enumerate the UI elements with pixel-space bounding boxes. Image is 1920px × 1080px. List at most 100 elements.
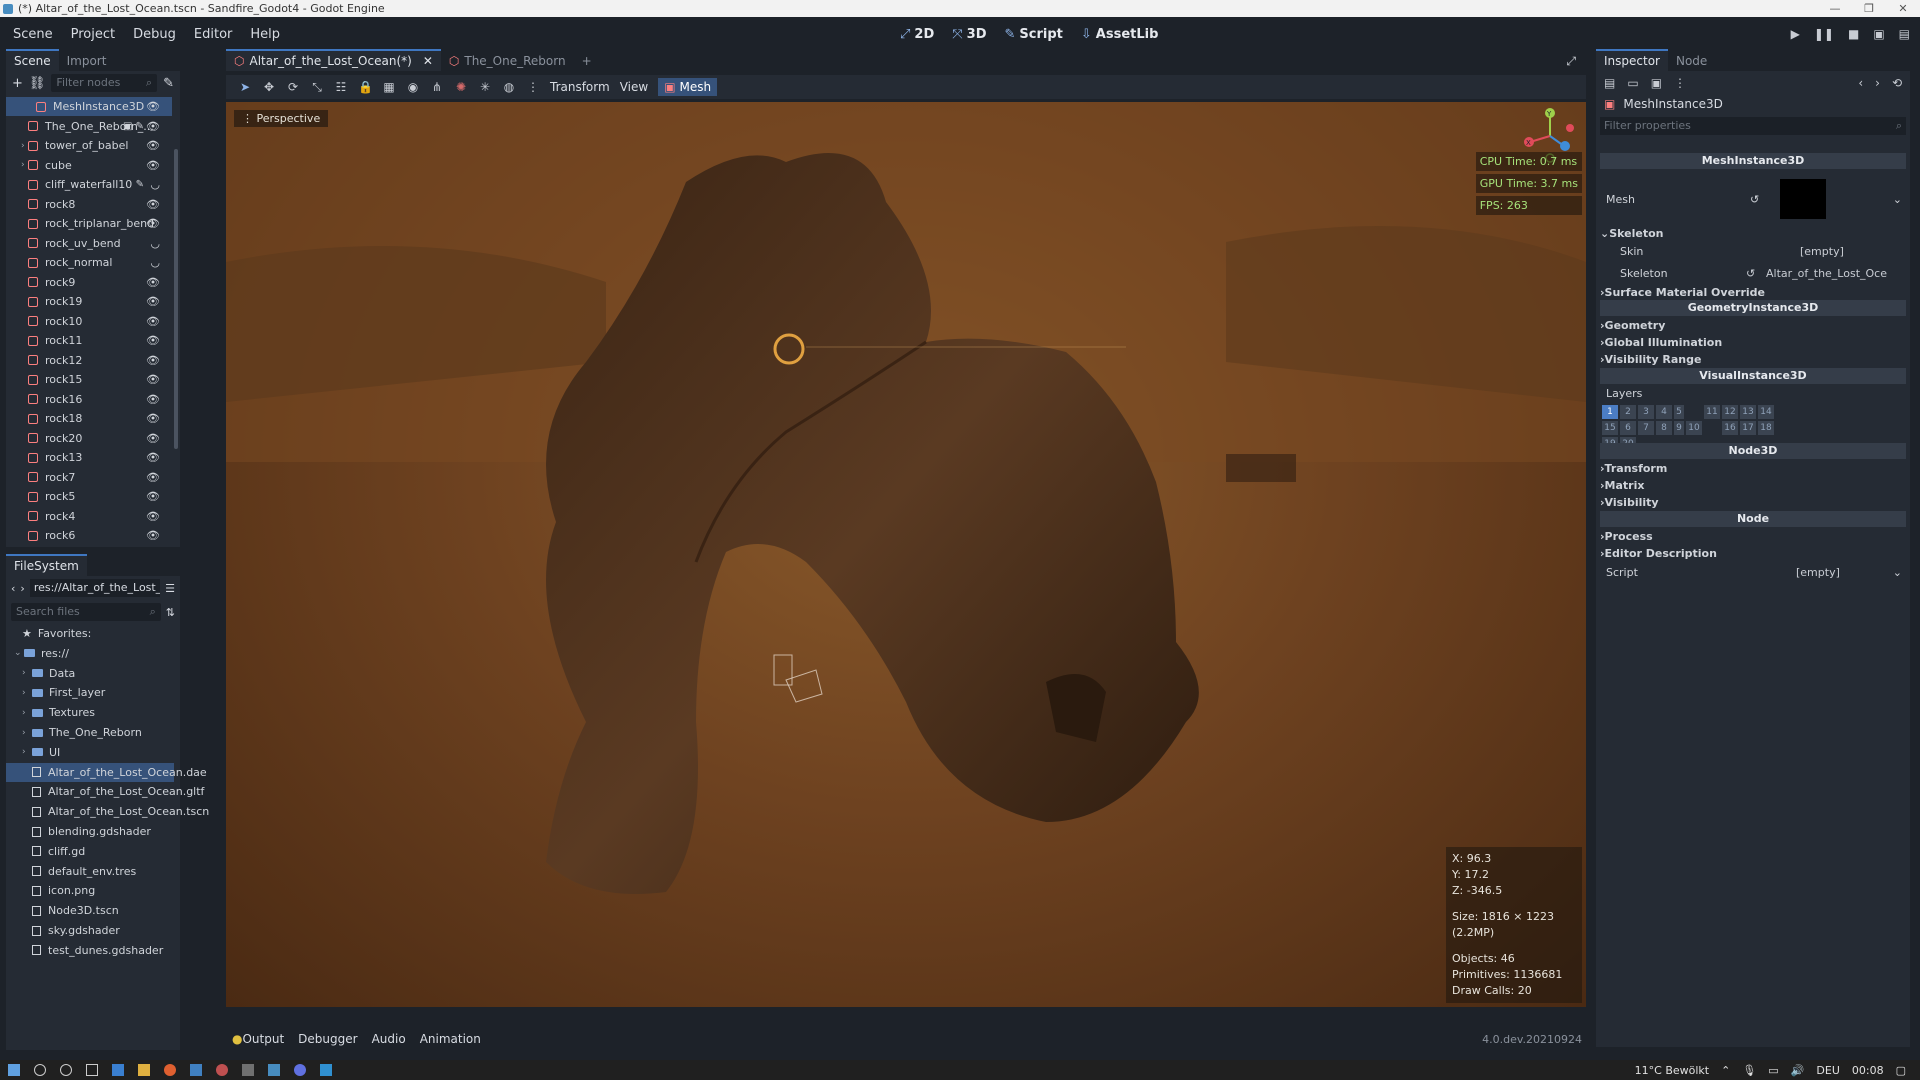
file-item[interactable]: blending.gdshader: [6, 822, 174, 841]
view-menu[interactable]: View: [620, 80, 648, 94]
chevron-down-icon[interactable]: ⌄: [1893, 566, 1902, 579]
menu-editor[interactable]: Editor: [185, 27, 241, 42]
expand-arrow-icon[interactable]: ›: [22, 688, 32, 698]
file-item[interactable]: cliff.gd: [6, 842, 174, 861]
firefox-icon[interactable]: [164, 1064, 176, 1076]
file-item[interactable]: default_env.tres: [6, 862, 174, 881]
node-indicator-icon[interactable]: ▣ ✎: [123, 121, 144, 132]
close-tab-icon[interactable]: ✕: [423, 54, 433, 68]
app-icon[interactable]: [216, 1064, 228, 1076]
section-editor-description[interactable]: › Editor Description: [1600, 545, 1906, 562]
godot-taskbar-icon[interactable]: [268, 1064, 280, 1076]
object-history-icon[interactable]: ⟲: [1892, 76, 1902, 90]
eye-icon[interactable]: 👁: [146, 510, 160, 523]
mesh-preview[interactable]: [1780, 179, 1826, 219]
layer-toggle[interactable]: 14: [1758, 405, 1774, 419]
section-skeleton[interactable]: ⌄ Skeleton: [1600, 225, 1906, 242]
network-icon[interactable]: ▭: [1768, 1064, 1778, 1077]
scene-tree-scrollbar[interactable]: [174, 149, 178, 449]
layer-toggle[interactable]: 15: [1602, 421, 1618, 435]
add-node-icon[interactable]: +: [12, 76, 23, 91]
scene-tree-node[interactable]: rock11 👁: [6, 331, 172, 350]
perspective-menu[interactable]: ⋮ Perspective: [234, 110, 329, 127]
more-icon[interactable]: ⋮: [1674, 76, 1686, 90]
scene-tree-node[interactable]: MeshInstance3D 👁: [6, 97, 172, 116]
scene-tab-one-reborn[interactable]: ⬡ The_One_Reborn: [441, 51, 574, 71]
rotate-tool-icon[interactable]: ⟳: [286, 80, 300, 94]
expand-arrow-icon[interactable]: ›: [22, 728, 32, 738]
eye-icon[interactable]: 👁: [146, 276, 160, 289]
3d-viewport[interactable]: ⋮ Perspective Y X CPU Time: 0.7 ms GPU T…: [226, 102, 1586, 1007]
stop-icon[interactable]: ■: [1848, 27, 1859, 41]
more-icon[interactable]: ⋮: [526, 80, 540, 94]
menu-project[interactable]: Project: [62, 27, 124, 42]
explorer-icon[interactable]: [138, 1064, 150, 1076]
section-surface-material[interactable]: › Surface Material Override: [1600, 284, 1906, 301]
back-icon[interactable]: ‹: [11, 582, 15, 595]
script-property[interactable]: Script [empty] ⌄: [1600, 564, 1906, 581]
start-icon[interactable]: [8, 1064, 20, 1076]
section-visibility-range[interactable]: › Visibility Range: [1600, 351, 1906, 368]
eye-icon[interactable]: 👁: [146, 529, 160, 542]
language-indicator[interactable]: DEU: [1816, 1064, 1839, 1077]
eye-icon[interactable]: 👁: [146, 315, 160, 328]
app-icon[interactable]: [190, 1064, 202, 1076]
eye-icon[interactable]: 👁: [146, 100, 160, 113]
scene-tree-node[interactable]: rock7 👁: [6, 468, 172, 487]
scene-tree-node[interactable]: rock5 👁: [6, 487, 172, 506]
tab-debugger[interactable]: Debugger: [298, 1032, 357, 1046]
scene-tree-node[interactable]: rock15 👁: [6, 370, 172, 389]
tab-inspector[interactable]: Inspector: [1596, 49, 1668, 71]
layer-toggle[interactable]: 17: [1740, 421, 1756, 435]
new-resource-icon[interactable]: ▤: [1604, 76, 1615, 90]
mesh-menu[interactable]: ▣ Mesh: [658, 78, 718, 96]
save-resource-icon[interactable]: ▣: [1651, 76, 1662, 90]
path-field[interactable]: res://Altar_of_the_Lost_Ocean: [29, 579, 161, 597]
maximize-button[interactable]: ❐: [1852, 0, 1886, 17]
filter-nodes-input[interactable]: Filter nodes ⌕: [51, 74, 158, 92]
snap-icon[interactable]: ⋔: [430, 80, 444, 94]
layer-toggle[interactable]: 5: [1674, 405, 1684, 419]
menu-help[interactable]: Help: [241, 27, 289, 42]
expand-arrow-icon[interactable]: ›: [22, 668, 32, 678]
open-resource-icon[interactable]: ▭: [1627, 76, 1638, 90]
scene-tree-node[interactable]: rock20 👁: [6, 429, 172, 448]
layer-toggle[interactable]: 9: [1674, 421, 1684, 435]
mic-icon[interactable]: 🎙: [1742, 1064, 1756, 1077]
file-item[interactable]: Altar_of_the_Lost_Ocean.dae: [6, 762, 207, 782]
layer-toggle[interactable]: 8: [1656, 421, 1672, 435]
eye-icon[interactable]: 👁: [146, 432, 160, 445]
pause-icon[interactable]: ❚❚: [1814, 27, 1834, 41]
folder-item[interactable]: › First_layer: [6, 683, 174, 702]
tab-animation[interactable]: Animation: [420, 1032, 481, 1046]
app-icon[interactable]: [320, 1064, 332, 1076]
layer-toggle[interactable]: 6: [1620, 421, 1636, 435]
group-icon[interactable]: ▦: [382, 80, 396, 94]
minimize-button[interactable]: —: [1818, 0, 1852, 17]
scene-tab-altar[interactable]: ⬡ Altar_of_the_Lost_Ocean(*) ✕: [226, 49, 441, 71]
tab-scene[interactable]: Scene: [6, 49, 59, 71]
folder-item[interactable]: ⌄ res://: [6, 644, 174, 663]
tab-audio[interactable]: Audio: [372, 1032, 406, 1046]
history-back-icon[interactable]: ‹: [1858, 76, 1863, 90]
section-global-illumination[interactable]: › Global Illumination: [1600, 334, 1906, 351]
tray-chevron-icon[interactable]: ⌃: [1721, 1064, 1730, 1077]
layer-toggle[interactable]: 3: [1638, 405, 1654, 419]
notification-icon[interactable]: ▢: [1896, 1064, 1906, 1077]
eye-icon[interactable]: 👁: [146, 139, 160, 152]
skin-property[interactable]: Skin [empty]: [1600, 243, 1906, 260]
menu-scene[interactable]: Scene: [4, 27, 62, 42]
file-item[interactable]: icon.png: [6, 881, 174, 900]
scale-tool-icon[interactable]: ⤡: [310, 80, 324, 95]
expand-arrow-icon[interactable]: ›: [21, 141, 31, 151]
clock[interactable]: 00:08: [1852, 1064, 1884, 1077]
scene-tree-node[interactable]: rock_normal ◡: [6, 253, 172, 272]
section-process[interactable]: › Process: [1600, 528, 1906, 545]
lock-icon[interactable]: 🔒: [358, 80, 373, 94]
distraction-free-icon[interactable]: ⤢: [1566, 54, 1576, 69]
file-item[interactable]: sky.gdshader: [6, 921, 174, 940]
add-tab-button[interactable]: +: [574, 51, 600, 71]
file-item[interactable]: test_dunes.gdshader: [6, 941, 174, 960]
node-indicator-icon[interactable]: ✎: [136, 179, 144, 190]
scene-tree-node[interactable]: rock12 👁: [6, 351, 172, 370]
